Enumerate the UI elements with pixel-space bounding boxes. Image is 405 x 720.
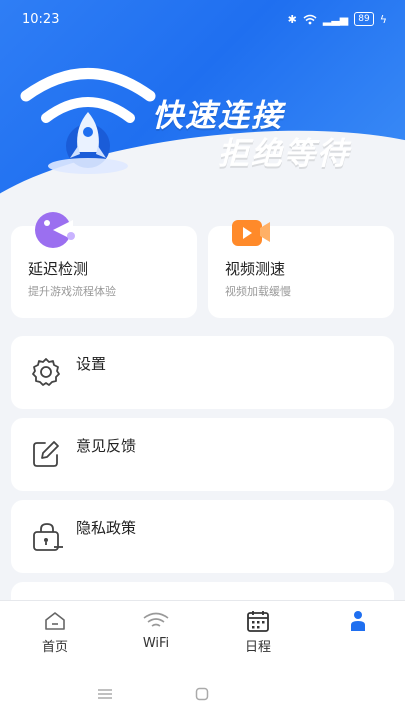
calendar-icon	[247, 611, 269, 632]
nav-label: WiFi	[142, 636, 170, 651]
nav-label: 首页	[41, 640, 68, 655]
nav-home[interactable]: 首页	[15, 609, 95, 655]
status-bar: 10:23 ✱ ▂▃▅ 89 ϟ	[0, 0, 405, 38]
nav-label: 日程	[244, 640, 271, 655]
gear-icon	[32, 358, 60, 386]
nav-profile[interactable]	[318, 609, 398, 636]
video-speed-card[interactable]: 视频测速 视频加载缓慢	[208, 220, 394, 318]
profile-icon	[351, 611, 365, 631]
video-icon	[232, 220, 270, 246]
wifi-rocket-icon	[20, 68, 156, 174]
nav-schedule[interactable]: 日程	[218, 609, 298, 655]
battery-indicator: 89	[354, 12, 374, 26]
charging-icon: ϟ	[379, 12, 387, 26]
status-time: 10:23	[22, 11, 60, 27]
nav-wifi[interactable]: WiFi	[116, 609, 196, 651]
bluetooth-icon: ✱	[287, 12, 297, 26]
menu-label: 隐私政策	[76, 519, 137, 537]
banner-title-line2: 拒绝等待	[218, 136, 350, 172]
signal-icon: ▂▃▅	[322, 12, 349, 26]
status-icons: ✱ ▂▃▅ 89 ϟ	[288, 12, 387, 26]
gamepad-icon	[35, 212, 75, 248]
feature-subtitle: 视频加载缓慢	[225, 285, 291, 298]
menu-label: 设置	[76, 355, 107, 373]
home-square-icon[interactable]	[195, 687, 209, 701]
menu-row-privacy[interactable]: 隐私政策	[11, 500, 394, 573]
menu-row-feedback[interactable]: 意见反馈	[11, 418, 394, 491]
menu-row-settings[interactable]: 设置	[11, 336, 394, 409]
lock-icon	[33, 523, 63, 551]
feature-subtitle: 提升游戏流程体验	[28, 285, 116, 298]
feature-title: 视频测速	[225, 260, 286, 278]
edit-icon	[33, 441, 59, 467]
latency-test-card[interactable]: 延迟检测 提升游戏流程体验	[11, 212, 197, 318]
feature-title: 延迟检测	[28, 260, 89, 278]
wifi-icon	[143, 612, 169, 627]
menu-icon[interactable]	[96, 688, 114, 700]
menu-label: 意见反馈	[76, 437, 137, 455]
system-nav-bar	[0, 668, 405, 720]
bottom-nav: 首页 WiFi 日程	[0, 600, 405, 668]
wifi-status-icon	[303, 14, 317, 24]
home-icon	[45, 612, 65, 630]
